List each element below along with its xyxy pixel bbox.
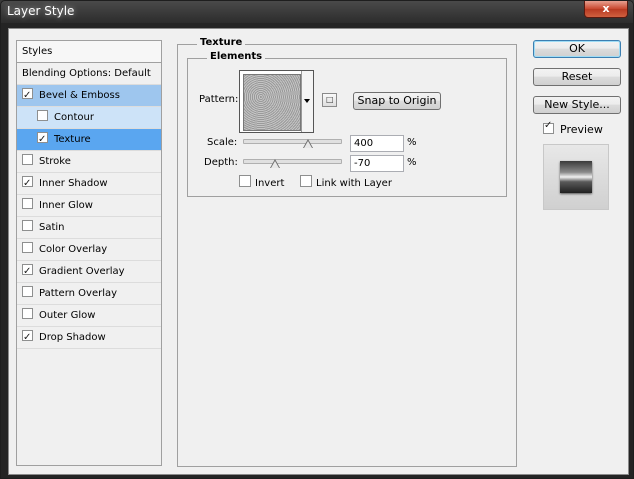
style-item-label: Inner Shadow: [39, 178, 108, 189]
invert-label: Invert: [255, 178, 285, 189]
style-item-contour[interactable]: Contour: [17, 107, 161, 129]
preview-option[interactable]: Preview: [543, 120, 603, 136]
color-overlay-checkbox[interactable]: [22, 242, 33, 253]
pattern-swatch: [243, 74, 301, 131]
invert-checkbox[interactable]: [239, 175, 251, 187]
snap-to-origin-button[interactable]: Snap to Origin: [353, 92, 441, 110]
style-item-label: Satin: [39, 222, 65, 233]
depth-input[interactable]: [350, 155, 404, 172]
style-item-inner-shadow[interactable]: Inner Shadow: [17, 173, 161, 195]
reset-button[interactable]: Reset: [533, 68, 621, 86]
new-style-button[interactable]: New Style...: [533, 96, 621, 114]
style-item-drop-shadow[interactable]: Drop Shadow: [17, 327, 161, 349]
style-item-label: Drop Shadow: [39, 332, 106, 343]
style-item-blending-options[interactable]: Blending Options: Default: [17, 63, 161, 85]
stroke-checkbox[interactable]: [22, 154, 33, 165]
contour-checkbox[interactable]: [37, 110, 48, 121]
outer-glow-checkbox[interactable]: [22, 308, 33, 319]
style-item-label: Bevel & Emboss: [39, 90, 120, 101]
style-preview-thumbnail: [560, 161, 592, 193]
close-button[interactable]: x: [584, 1, 628, 18]
ok-button[interactable]: OK: [533, 40, 621, 58]
texture-checkbox[interactable]: [37, 129, 48, 150]
link-with-layer-option[interactable]: Link with Layer: [300, 175, 392, 189]
pattern-overlay-checkbox[interactable]: [22, 286, 33, 297]
new-preset-icon: □: [326, 95, 334, 104]
preview-label: Preview: [560, 123, 603, 136]
scale-input[interactable]: [350, 135, 404, 152]
style-item-label: Pattern Overlay: [39, 288, 118, 299]
scale-slider-thumb[interactable]: [302, 139, 313, 149]
style-item-label: Texture: [54, 134, 91, 145]
style-item-label: Outer Glow: [39, 310, 96, 321]
style-preview: [543, 144, 609, 210]
style-item-label: Color Overlay: [39, 244, 108, 255]
style-item-label: Contour: [54, 112, 94, 123]
styles-header[interactable]: Styles: [17, 41, 161, 63]
style-item-satin[interactable]: Satin: [17, 217, 161, 239]
pattern-picker[interactable]: [239, 70, 314, 133]
layer-style-window: Layer Style x Styles Blending Options: D…: [0, 0, 634, 479]
invert-option[interactable]: Invert: [239, 175, 284, 189]
window-title: Layer Style: [7, 4, 75, 18]
depth-slider-thumb[interactable]: [270, 159, 280, 169]
style-item-bevel-emboss[interactable]: Bevel & Emboss: [17, 85, 161, 107]
scale-label: Scale:: [207, 137, 238, 148]
style-item-label: Inner Glow: [39, 200, 93, 211]
scale-slider[interactable]: [243, 139, 342, 144]
depth-slider[interactable]: [243, 159, 342, 164]
style-item-label: Stroke: [39, 156, 71, 167]
pattern-label: Pattern:: [199, 94, 239, 105]
style-item-color-overlay[interactable]: Color Overlay: [17, 239, 161, 261]
link-with-layer-checkbox[interactable]: [300, 175, 312, 187]
style-item-gradient-overlay[interactable]: Gradient Overlay: [17, 261, 161, 283]
style-item-pattern-overlay[interactable]: Pattern Overlay: [17, 283, 161, 305]
styles-list: Styles Blending Options: Default Bevel &…: [16, 40, 162, 466]
preview-checkbox[interactable]: [543, 120, 554, 134]
style-item-inner-glow[interactable]: Inner Glow: [17, 195, 161, 217]
elements-group-title: Elements: [207, 51, 266, 62]
texture-group-title: Texture: [197, 37, 246, 48]
gradient-overlay-checkbox[interactable]: [22, 261, 33, 282]
scale-unit: %: [407, 137, 417, 148]
style-item-texture[interactable]: Texture: [17, 129, 161, 151]
inner-shadow-checkbox[interactable]: [22, 173, 33, 194]
pattern-dropdown-arrow-icon[interactable]: [301, 71, 313, 132]
depth-unit: %: [407, 157, 417, 168]
style-item-label: Gradient Overlay: [39, 266, 125, 277]
style-item-label: Blending Options: Default: [22, 68, 151, 79]
create-preset-button[interactable]: □: [322, 93, 337, 107]
drop-shadow-checkbox[interactable]: [22, 327, 33, 348]
title-bar[interactable]: Layer Style x: [1, 1, 633, 23]
depth-label: Depth:: [204, 157, 238, 168]
dialog-body: Styles Blending Options: Default Bevel &…: [8, 28, 629, 475]
link-with-layer-label: Link with Layer: [316, 178, 392, 189]
style-item-outer-glow[interactable]: Outer Glow: [17, 305, 161, 327]
inner-glow-checkbox[interactable]: [22, 198, 33, 209]
satin-checkbox[interactable]: [22, 220, 33, 231]
bevel-emboss-checkbox[interactable]: [22, 85, 33, 106]
style-item-stroke[interactable]: Stroke: [17, 151, 161, 173]
